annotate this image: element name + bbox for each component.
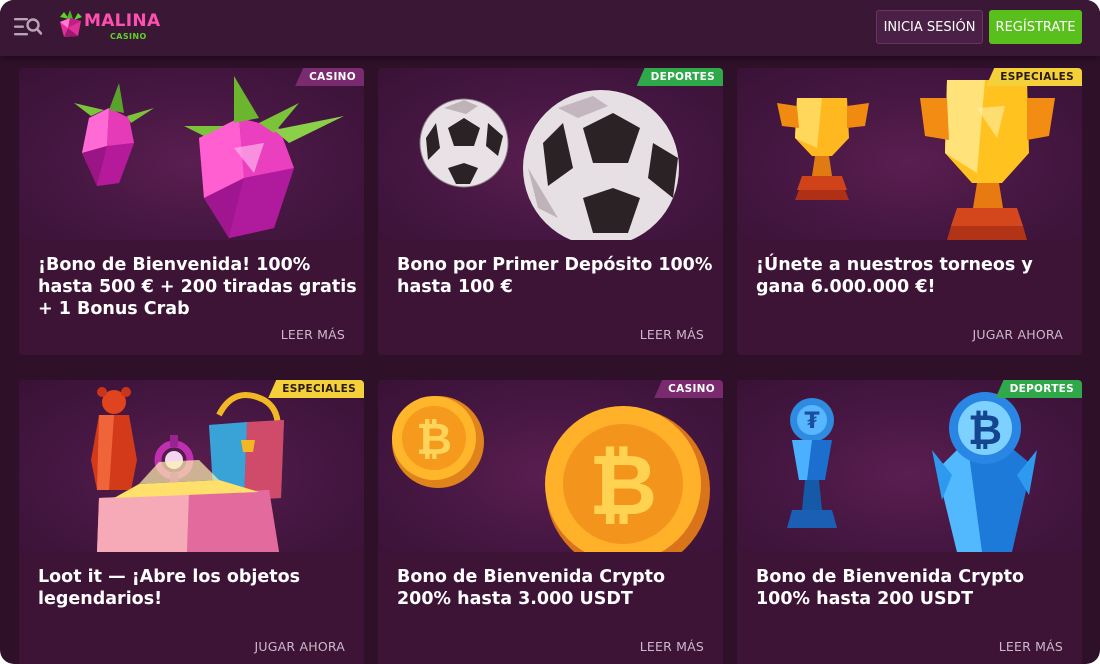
- card-art: ESPECIALES: [19, 380, 364, 552]
- logo-text: MALINA: [84, 11, 161, 31]
- card-title: ¡Únete a nuestros torneos y gana 6.000.0…: [756, 255, 1033, 297]
- trophies-icon: [777, 80, 1055, 240]
- card-art: ₮ ₿ DEPORTES: [737, 380, 1082, 552]
- category-badge: DEPORTES: [636, 68, 723, 86]
- promo-card-first-deposit[interactable]: DEPORTES Bono por Primer Depósito 100% h…: [378, 68, 723, 355]
- read-more-link[interactable]: LEER MÁS: [640, 639, 704, 654]
- loot-box-icon: [91, 387, 284, 552]
- category-badge: DEPORTES: [995, 380, 1082, 398]
- malina-logo[interactable]: MALINA CASINO: [56, 8, 166, 42]
- menu-search-icon[interactable]: [14, 16, 42, 38]
- card-title: Bono por Primer Depósito 100% hasta 100 …: [397, 255, 713, 297]
- card-art: DEPORTES: [378, 68, 723, 240]
- card-title: Bono de Bienvenida Crypto 200% hasta 3.0…: [397, 567, 666, 609]
- play-now-link[interactable]: JUGAR AHORA: [973, 327, 1063, 342]
- top-header: MALINA CASINO INICIA SESIÓN REGÍSTRATE: [0, 0, 1100, 56]
- promo-card-welcome-bonus[interactable]: CASINO ¡Bono de Bienvenida! 100% hasta 5…: [19, 68, 364, 355]
- category-badge: CASINO: [654, 380, 723, 398]
- bitcoin-coins-icon: ₿ ₿: [392, 396, 710, 552]
- promo-card-tournaments[interactable]: ESPECIALES ¡Únete a nuestros torneos y g…: [737, 68, 1082, 355]
- promo-card-crypto-200[interactable]: ₿ ₿ CASINO Bono de Bienvenida Crypto 200…: [378, 380, 723, 664]
- svg-text:₿: ₿: [968, 405, 1002, 454]
- play-now-link[interactable]: JUGAR AHORA: [255, 639, 345, 654]
- card-art: ESPECIALES: [737, 68, 1082, 240]
- card-art: CASINO: [19, 68, 364, 240]
- category-badge: ESPECIALES: [268, 380, 364, 398]
- card-title: ¡Bono de Bienvenida! 100% hasta 500 € + …: [38, 255, 357, 319]
- read-more-link[interactable]: LEER MÁS: [281, 327, 345, 342]
- crypto-trophies-icon: ₮ ₿: [787, 392, 1037, 552]
- svg-text:₮: ₮: [804, 409, 820, 434]
- promo-card-loot-it[interactable]: ESPECIALES Loot it — ¡Abre los objetos l…: [19, 380, 364, 664]
- register-button[interactable]: REGÍSTRATE: [989, 10, 1082, 44]
- logo-gem-icon: [60, 10, 82, 37]
- card-title: Loot it — ¡Abre los objetos legendarios!: [38, 567, 301, 609]
- logo-subtitle: CASINO: [110, 32, 147, 41]
- read-more-link[interactable]: LEER MÁS: [999, 639, 1063, 654]
- raspberry-gems-icon: [74, 76, 344, 238]
- app-frame: MALINA CASINO INICIA SESIÓN REGÍSTRATE C…: [0, 0, 1100, 664]
- card-art: ₿ ₿ CASINO: [378, 380, 723, 552]
- svg-text:₿: ₿: [416, 414, 452, 465]
- svg-text:₿: ₿: [589, 436, 657, 534]
- soccer-balls-icon: [419, 90, 679, 240]
- read-more-link[interactable]: LEER MÁS: [640, 327, 704, 342]
- login-button[interactable]: INICIA SESIÓN: [876, 10, 983, 44]
- category-badge: ESPECIALES: [986, 68, 1082, 86]
- promo-card-crypto-100[interactable]: ₮ ₿ DEPORTES Bono de Bienvenida Crypto 1…: [737, 380, 1082, 664]
- category-badge: CASINO: [295, 68, 364, 86]
- card-title: Bono de Bienvenida Crypto 100% hasta 200…: [756, 567, 1025, 609]
